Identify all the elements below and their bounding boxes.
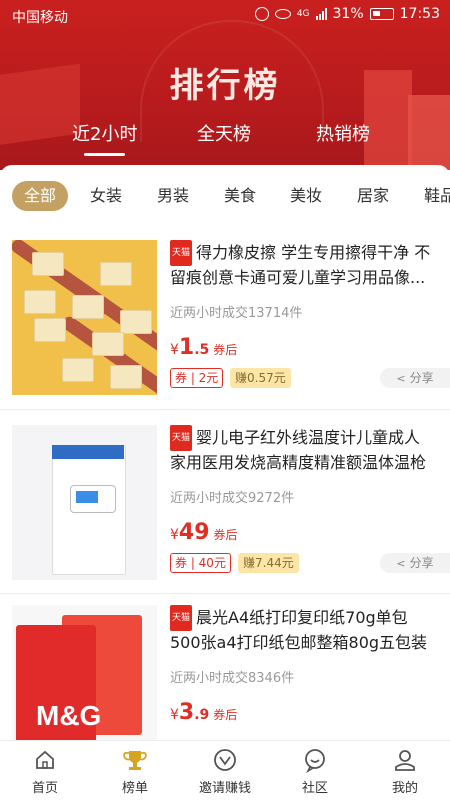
category-men[interactable]: 男装: [157, 181, 189, 211]
product-price: ¥3.9 券后: [170, 700, 238, 725]
product-title: 天猫 得力橡皮擦 学生专用擦得干净 不留痕创意卡通可爱儿童学习用品像...: [170, 240, 432, 288]
nav-invite[interactable]: 邀请赚钱: [180, 747, 270, 796]
alarm-icon: [254, 7, 269, 21]
ranking-header: 中国移动 4G 31% 17:53 排行榜 近2小时 全天榜 热销榜: [0, 0, 450, 170]
share-icon: <: [396, 557, 406, 570]
divider: [0, 593, 450, 594]
network-type: 4G: [296, 9, 310, 19]
tmall-badge: 天猫: [170, 605, 193, 631]
nav-community[interactable]: 社区: [270, 747, 360, 796]
community-icon: [305, 749, 325, 773]
earn-badge: 赚7.44元: [238, 553, 299, 573]
share-icon: <: [396, 372, 406, 385]
category-shoes[interactable]: 鞋品: [424, 181, 450, 211]
sales-count: 近两小时成交9272件: [170, 491, 295, 506]
product-title: 天猫 婴儿电子红外线温度计儿童成人家用医用发烧高精度精准额温体温枪: [170, 425, 432, 473]
invite-icon: [214, 749, 236, 771]
product-title: 天猫晨光A4纸打印复印纸70g单包500张a4打印纸包邮整箱80g五包装a四..…: [170, 605, 432, 653]
nav-home[interactable]: 首页: [0, 747, 90, 796]
tab-best-selling[interactable]: 热销榜: [316, 120, 370, 146]
category-all[interactable]: 全部: [12, 181, 69, 211]
earn-badge: 赚0.57元: [230, 368, 291, 388]
sales-count: 近两小时成交8346件: [170, 671, 295, 686]
tab-2-hours[interactable]: 近2小时: [72, 120, 137, 156]
product-image[interactable]: [12, 425, 157, 580]
divider: [0, 409, 450, 410]
trophy-icon: [123, 751, 147, 770]
product-price: ¥49 券后: [170, 520, 238, 545]
profile-icon: [395, 750, 415, 771]
tmall-badge: 天猫: [170, 240, 193, 266]
category-food[interactable]: 美食: [224, 181, 256, 211]
nav-ranking[interactable]: 榜单: [90, 747, 180, 796]
home-icon: [36, 750, 54, 769]
product-image[interactable]: M&G: [12, 605, 157, 740]
product-image[interactable]: [12, 240, 157, 395]
product-item[interactable]: 天猫 得力橡皮擦 学生专用擦得干净 不留痕创意卡通可爱儿童学习用品像... 近两小…: [0, 240, 450, 400]
product-tags: 券 | 40元 赚7.44元 < 分享: [170, 553, 450, 573]
bottom-nav: 首页 榜单 邀请赚钱 社区 我的: [0, 740, 450, 801]
category-home[interactable]: 居家: [357, 181, 389, 211]
product-brand-text: M&G: [36, 700, 102, 731]
category-tabs: 全部 女装 男装 美食 美妆 居家 鞋品: [0, 181, 450, 213]
sales-count: 近两小时成交13714件: [170, 306, 303, 321]
nav-profile[interactable]: 我的: [360, 747, 450, 796]
eye-icon: [274, 9, 291, 19]
product-tags: 券 | 2元 赚0.57元 < 分享: [170, 368, 450, 388]
carrier-name: 中国移动: [12, 10, 68, 26]
product-item[interactable]: M&G 天猫 晨光A4纸打印复印纸70g单包500张a4打印纸包邮整箱80g五包装…: [0, 605, 450, 740]
product-item[interactable]: 天猫 婴儿电子红外线温度计儿童成人家用医用发烧高精度精准额温体温枪 近两小时成交9…: [0, 425, 450, 585]
ranking-list-panel: 全部 女装 男装 美食 美妆 居家 鞋品 天猫 得力橡皮擦 学生专用擦得干净 不留…: [0, 165, 450, 740]
ranking-tabs: 近2小时 全天榜 热销榜: [0, 120, 450, 156]
status-bar: 中国移动 4G 31% 17:53: [0, 0, 450, 32]
share-button[interactable]: < 分享: [380, 553, 450, 573]
coupon-badge: 券 | 40元: [170, 553, 231, 573]
battery-icon: [369, 8, 394, 20]
tmall-badge: 天猫: [170, 425, 193, 451]
share-button[interactable]: < 分享: [380, 368, 450, 388]
category-beauty[interactable]: 美妆: [290, 181, 322, 211]
tab-all-day[interactable]: 全天榜: [197, 120, 251, 146]
product-price: ¥1.5 券后: [170, 335, 238, 360]
coupon-badge: 券 | 2元: [170, 368, 224, 388]
category-women[interactable]: 女装: [90, 181, 122, 211]
battery-percent: 31%: [332, 6, 364, 22]
page-title: 排行榜: [169, 66, 281, 106]
status-icons: 4G 31% 17:53: [254, 6, 440, 22]
signal-icon: [315, 8, 327, 20]
clock: 17:53: [399, 6, 440, 22]
